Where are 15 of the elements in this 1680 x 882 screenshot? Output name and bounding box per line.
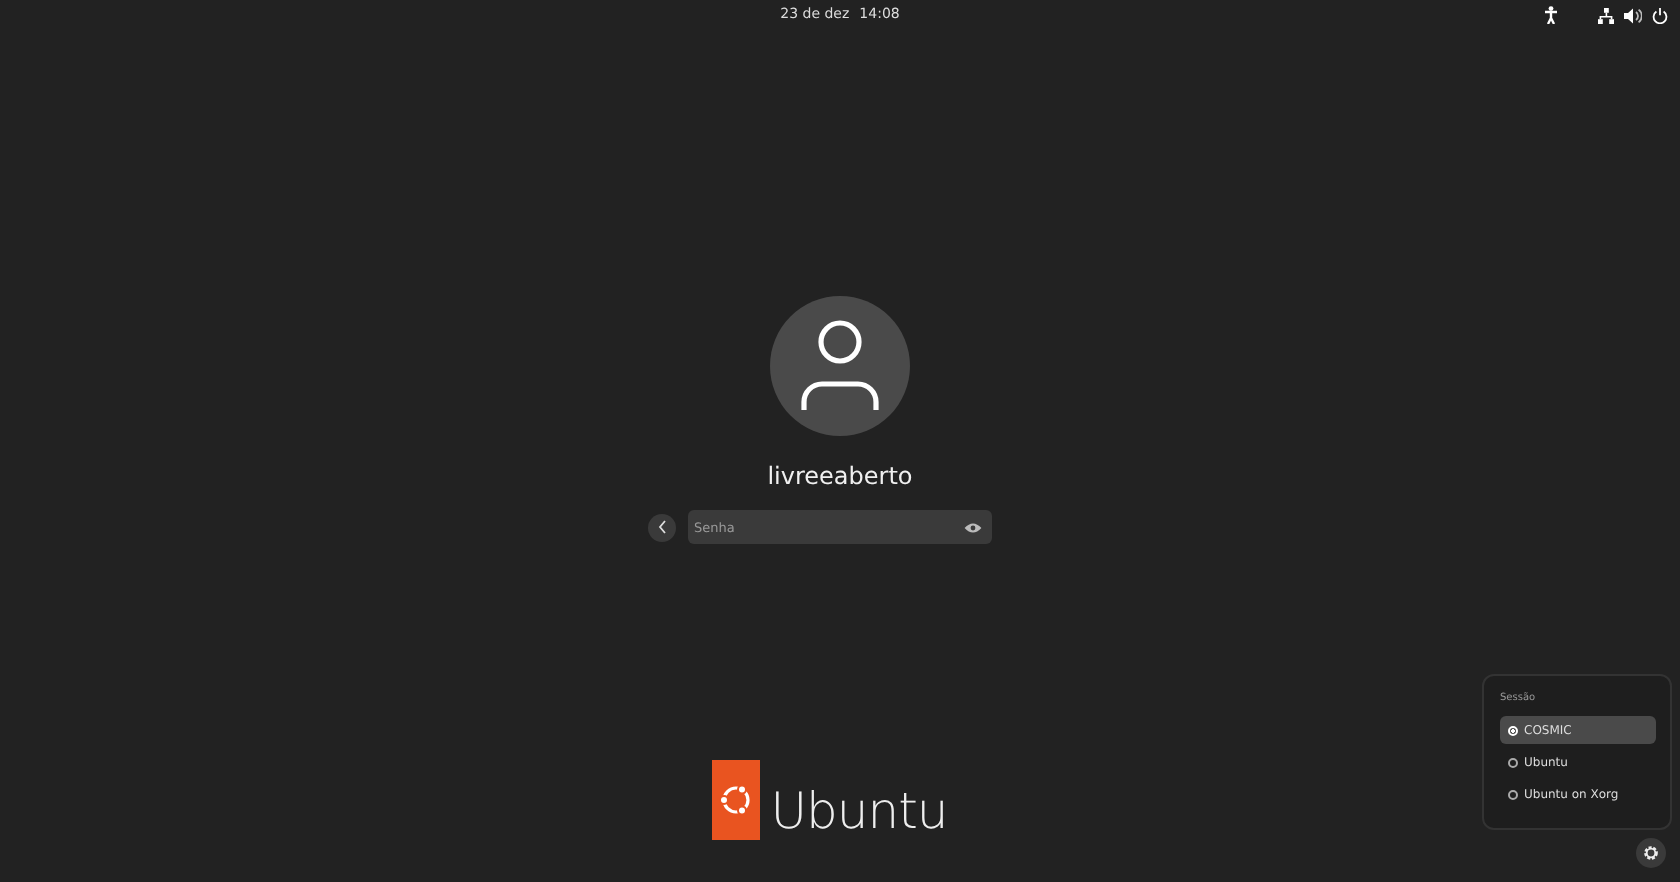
settings-icon (1642, 844, 1660, 862)
chevron-left-icon (658, 520, 666, 534)
power-icon[interactable] (1652, 7, 1668, 23)
network-icon[interactable] (1598, 7, 1614, 23)
radio-button[interactable] (1508, 789, 1518, 799)
logo-icon (712, 760, 761, 840)
radio-button[interactable] (1508, 757, 1518, 767)
volume-icon[interactable] (1624, 7, 1642, 23)
back-button[interactable] (648, 513, 676, 541)
accessibility-icon[interactable] (1544, 6, 1558, 24)
eye-icon[interactable] (964, 521, 982, 533)
username: livreeaberto (767, 462, 913, 490)
logo-wordmark: Ubuntu (770, 786, 948, 836)
person-icon (800, 318, 880, 414)
settings-button[interactable] (1636, 838, 1666, 868)
